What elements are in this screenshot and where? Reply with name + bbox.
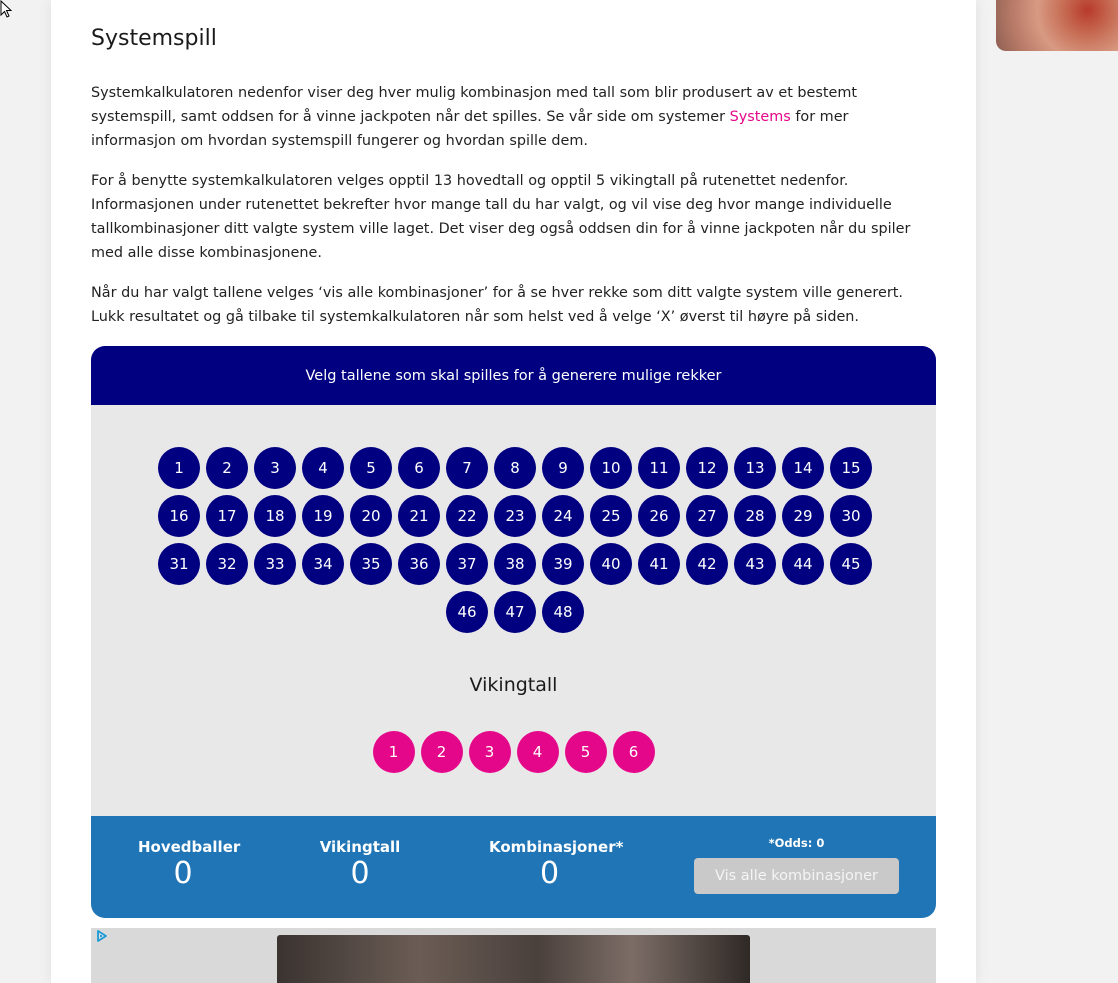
main-number-ball-33[interactable]: 33: [254, 543, 296, 585]
main-number-ball-40[interactable]: 40: [590, 543, 632, 585]
viking-number-grid: 123456: [91, 731, 936, 773]
main-number-ball-13[interactable]: 13: [734, 447, 776, 489]
sidebar-image[interactable]: [996, 0, 1118, 51]
intro-paragraph: Systemkalkulatoren nedenfor viser deg hv…: [91, 81, 921, 153]
main-number-ball-11[interactable]: 11: [638, 447, 680, 489]
combinations-stat: Kombinasjoner* 0: [489, 838, 624, 892]
main-number-ball-39[interactable]: 39: [542, 543, 584, 585]
main-number-ball-17[interactable]: 17: [206, 495, 248, 537]
main-number-ball-48[interactable]: 48: [542, 591, 584, 633]
main-number-ball-41[interactable]: 41: [638, 543, 680, 585]
main-number-ball-38[interactable]: 38: [494, 543, 536, 585]
main-number-ball-37[interactable]: 37: [446, 543, 488, 585]
viking-title: Vikingtall: [469, 674, 558, 696]
viking-number-ball-6[interactable]: 6: [612, 731, 655, 773]
page-title: Systemspill: [91, 26, 217, 51]
main-number-ball-46[interactable]: 46: [446, 591, 488, 633]
main-number-ball-6[interactable]: 6: [398, 447, 440, 489]
main-number-ball-9[interactable]: 9: [542, 447, 584, 489]
main-number-ball-8[interactable]: 8: [494, 447, 536, 489]
main-number-ball-22[interactable]: 22: [446, 495, 488, 537]
main-number-ball-16[interactable]: 16: [158, 495, 200, 537]
main-number-ball-47[interactable]: 47: [494, 591, 536, 633]
adchoices-icon[interactable]: [95, 929, 109, 943]
instructions-paragraph: For å benytte systemkalkulatoren velges …: [91, 173, 911, 261]
calculator-summary: Hovedballer 0 Vikingtall 0 Kombinasjoner…: [91, 816, 936, 918]
main-number-ball-20[interactable]: 20: [350, 495, 392, 537]
main-number-ball-34[interactable]: 34: [302, 543, 344, 585]
cursor-icon: [0, 0, 12, 18]
main-number-ball-45[interactable]: 45: [830, 543, 872, 585]
main-number-ball-32[interactable]: 32: [206, 543, 248, 585]
viking-label: Vikingtall: [319, 838, 401, 856]
main-number-ball-10[interactable]: 10: [590, 447, 632, 489]
viking-stat: Vikingtall 0: [316, 838, 404, 892]
systems-link[interactable]: Systems: [730, 109, 791, 125]
main-balls-label: Hovedballer: [138, 838, 241, 856]
main-number-ball-25[interactable]: 25: [590, 495, 632, 537]
main-number-ball-19[interactable]: 19: [302, 495, 344, 537]
combinations-label: Kombinasjoner*: [489, 838, 624, 856]
advertisement[interactable]: [91, 928, 936, 983]
combinations-count: 0: [539, 856, 560, 891]
main-balls-count: 0: [173, 856, 193, 891]
main-number-ball-42[interactable]: 42: [686, 543, 728, 585]
show-all-combinations-button[interactable]: Vis alle kombinasjoner: [694, 858, 899, 894]
content-card: Systemspill Systemkalkulatoren nedenfor …: [51, 0, 976, 983]
main-number-ball-14[interactable]: 14: [782, 447, 824, 489]
main-number-ball-29[interactable]: 29: [782, 495, 824, 537]
main-number-ball-28[interactable]: 28: [734, 495, 776, 537]
main-number-ball-36[interactable]: 36: [398, 543, 440, 585]
main-number-ball-7[interactable]: 7: [446, 447, 488, 489]
viking-number-ball-3[interactable]: 3: [468, 731, 511, 773]
ad-image[interactable]: [277, 935, 750, 983]
odds-text: *Odds: 0: [768, 836, 825, 850]
viking-count: 0: [350, 856, 370, 891]
main-number-ball-3[interactable]: 3: [254, 447, 296, 489]
viking-number-ball-2[interactable]: 2: [420, 731, 463, 773]
main-number-ball-4[interactable]: 4: [302, 447, 344, 489]
main-number-ball-31[interactable]: 31: [158, 543, 200, 585]
main-number-ball-26[interactable]: 26: [638, 495, 680, 537]
main-number-ball-30[interactable]: 30: [830, 495, 872, 537]
viking-number-ball-5[interactable]: 5: [564, 731, 607, 773]
system-calculator: Velg tallene som skal spilles for å gene…: [91, 346, 936, 918]
show-all-paragraph: Når du har valgt tallene velges ‘vis all…: [91, 285, 903, 325]
viking-number-ball-4[interactable]: 4: [516, 731, 559, 773]
main-number-ball-23[interactable]: 23: [494, 495, 536, 537]
main-number-ball-18[interactable]: 18: [254, 495, 296, 537]
calculator-header: Velg tallene som skal spilles for å gene…: [91, 346, 936, 405]
main-number-ball-44[interactable]: 44: [782, 543, 824, 585]
main-number-ball-35[interactable]: 35: [350, 543, 392, 585]
viking-number-ball-1[interactable]: 1: [372, 731, 415, 773]
main-number-ball-43[interactable]: 43: [734, 543, 776, 585]
main-number-ball-12[interactable]: 12: [686, 447, 728, 489]
main-number-ball-15[interactable]: 15: [830, 447, 872, 489]
main-number-ball-2[interactable]: 2: [206, 447, 248, 489]
main-balls-stat: Hovedballer 0: [138, 838, 241, 892]
main-number-ball-21[interactable]: 21: [398, 495, 440, 537]
main-number-ball-24[interactable]: 24: [542, 495, 584, 537]
main-number-grid: 1 2 3 4 5 6 7 8 9 10 11 12 13 14 15 16 17 18 19 20 21 22 23 24 2…: [155, 447, 875, 633]
main-number-ball-1[interactable]: 1: [158, 447, 200, 489]
main-number-ball-5[interactable]: 5: [350, 447, 392, 489]
main-number-ball-27[interactable]: 27: [686, 495, 728, 537]
